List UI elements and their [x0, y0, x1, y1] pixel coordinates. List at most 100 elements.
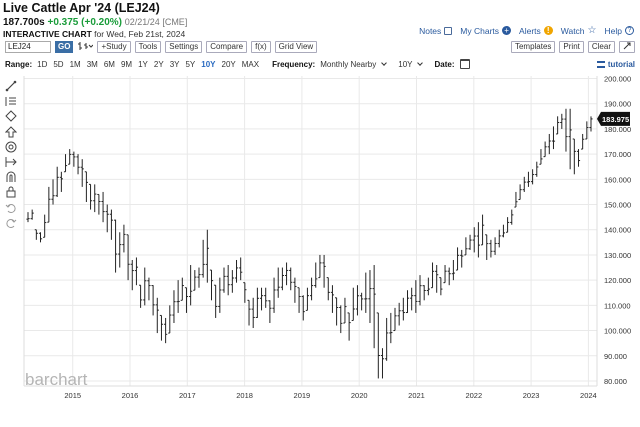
- ohlc-bar: [168, 305, 172, 334]
- ohlc-bar: [189, 265, 193, 306]
- ohlc-bar: [218, 277, 222, 313]
- ohlc-bar: [251, 297, 255, 329]
- ohlc-bar: [364, 272, 368, 313]
- ohlc-bar: [314, 262, 318, 288]
- ohlc-bar: [268, 300, 272, 323]
- ohlc-bar: [280, 267, 284, 291]
- x-tick-label: 2017: [179, 391, 196, 400]
- ohlc-bar: [497, 229, 501, 248]
- ohlc-bar: [105, 204, 109, 233]
- ohlc-bar: [139, 284, 143, 308]
- x-tick-label: 2024: [580, 391, 597, 400]
- ohlc-bar: [405, 290, 410, 314]
- x-tick-label: 2018: [236, 391, 253, 400]
- ohlc-bar: [560, 113, 564, 129]
- ohlc-bar: [126, 234, 130, 281]
- y-tick-label: 190.000: [604, 100, 631, 109]
- y-tick-label: 150.000: [604, 201, 631, 210]
- ohlc-bar: [247, 299, 251, 326]
- ohlc-bar: [501, 224, 506, 238]
- ohlc-bar: [197, 267, 201, 288]
- ohlc-bar: [485, 234, 489, 260]
- ohlc-bar: [347, 312, 351, 341]
- ohlc-bar: [510, 209, 514, 225]
- ohlc-bar: [76, 154, 80, 175]
- ohlc-bar: [355, 285, 360, 316]
- ohlc-bar: [468, 234, 472, 250]
- ohlc-bar: [34, 229, 38, 240]
- ohlc-bar: [464, 237, 468, 256]
- ohlc-bar: [472, 227, 476, 253]
- ohlc-bar: [239, 257, 243, 281]
- ohlc-bar: [243, 282, 247, 303]
- ohlc-bar: [272, 277, 276, 313]
- ohlc-bar: [380, 348, 385, 379]
- ohlc-bar: [393, 307, 397, 332]
- ohlc-bar: [159, 314, 164, 341]
- x-tick-label: 2022: [465, 391, 482, 400]
- ohlc-bar: [30, 209, 34, 220]
- ohlc-bar: [51, 179, 55, 205]
- y-tick-label: 200.000: [604, 75, 631, 84]
- ohlc-bar: [289, 267, 293, 291]
- ohlc-bar: [230, 270, 234, 293]
- y-tick-label: 120.000: [604, 276, 631, 285]
- ohlc-bar: [205, 229, 209, 283]
- ohlc-bar: [318, 254, 322, 279]
- ohlc-bar: [176, 280, 180, 313]
- ohlc-bar: [410, 287, 414, 311]
- ohlc-bar: [63, 154, 68, 173]
- x-tick-label: 2016: [122, 391, 139, 400]
- ohlc-bar: [201, 239, 205, 278]
- y-tick-label: 80.000: [604, 377, 627, 386]
- ohlc-bar: [155, 297, 159, 334]
- ohlc-bar: [59, 171, 63, 192]
- y-tick-label: 140.000: [604, 226, 631, 235]
- ohlc-bar: [26, 212, 30, 223]
- ohlc-bar: [368, 270, 372, 323]
- ohlc-bar: [88, 183, 93, 210]
- ohlc-bar: [422, 285, 426, 301]
- ohlc-bar: [38, 232, 43, 243]
- ohlc-bar: [564, 108, 568, 152]
- ohlc-bar: [109, 209, 114, 240]
- ohlc-bar: [389, 312, 393, 344]
- ohlc-bar: [360, 292, 364, 311]
- y-tick-label: 110.000: [604, 301, 631, 310]
- ohlc-bar: [80, 159, 84, 187]
- ohlc-bar: [172, 290, 176, 323]
- chart-grid: [23, 76, 598, 387]
- ohlc-bar: [305, 287, 310, 311]
- ohlc-bar: [122, 224, 126, 253]
- last-price-label: 183.975: [602, 115, 629, 124]
- ohlc-bar: [118, 232, 122, 268]
- ohlc-bar: [326, 277, 330, 301]
- ohlc-bars: [26, 108, 593, 379]
- x-tick-label: 2021: [408, 391, 425, 400]
- ohlc-bar: [284, 262, 289, 286]
- price-chart[interactable]: 200.000 190.000 180.000 170.000 160.000 150.0…: [0, 0, 640, 427]
- ohlc-bar: [568, 108, 572, 170]
- ohlc-bar: [209, 269, 214, 301]
- y-tick-label: 160.000: [604, 175, 631, 184]
- ohlc-bar: [397, 302, 401, 326]
- ohlc-bar: [547, 133, 551, 155]
- ohlc-bar: [455, 247, 460, 271]
- x-tick-label: 2019: [294, 391, 311, 400]
- ohlc-bar: [101, 191, 105, 223]
- y-tick-label: 130.000: [604, 251, 631, 260]
- ohlc-bar: [551, 126, 556, 150]
- ohlc-bar: [339, 305, 343, 334]
- ohlc-bar: [581, 133, 585, 150]
- y-tick-label: 180.000: [604, 125, 631, 134]
- ohlc-bar: [214, 284, 218, 318]
- ohlc-bar: [147, 277, 151, 301]
- ohlc-bar: [572, 138, 576, 175]
- ohlc-bar: [535, 161, 539, 177]
- ohlc-bar: [539, 149, 543, 165]
- ohlc-bar: [401, 297, 405, 321]
- x-axis: 2015 2016 2017 2018 2019 2020 2021 2022 2023 2024: [64, 391, 596, 400]
- ohlc-bar: [335, 297, 339, 326]
- ohlc-bar: [351, 287, 355, 321]
- ohlc-bar: [435, 265, 439, 293]
